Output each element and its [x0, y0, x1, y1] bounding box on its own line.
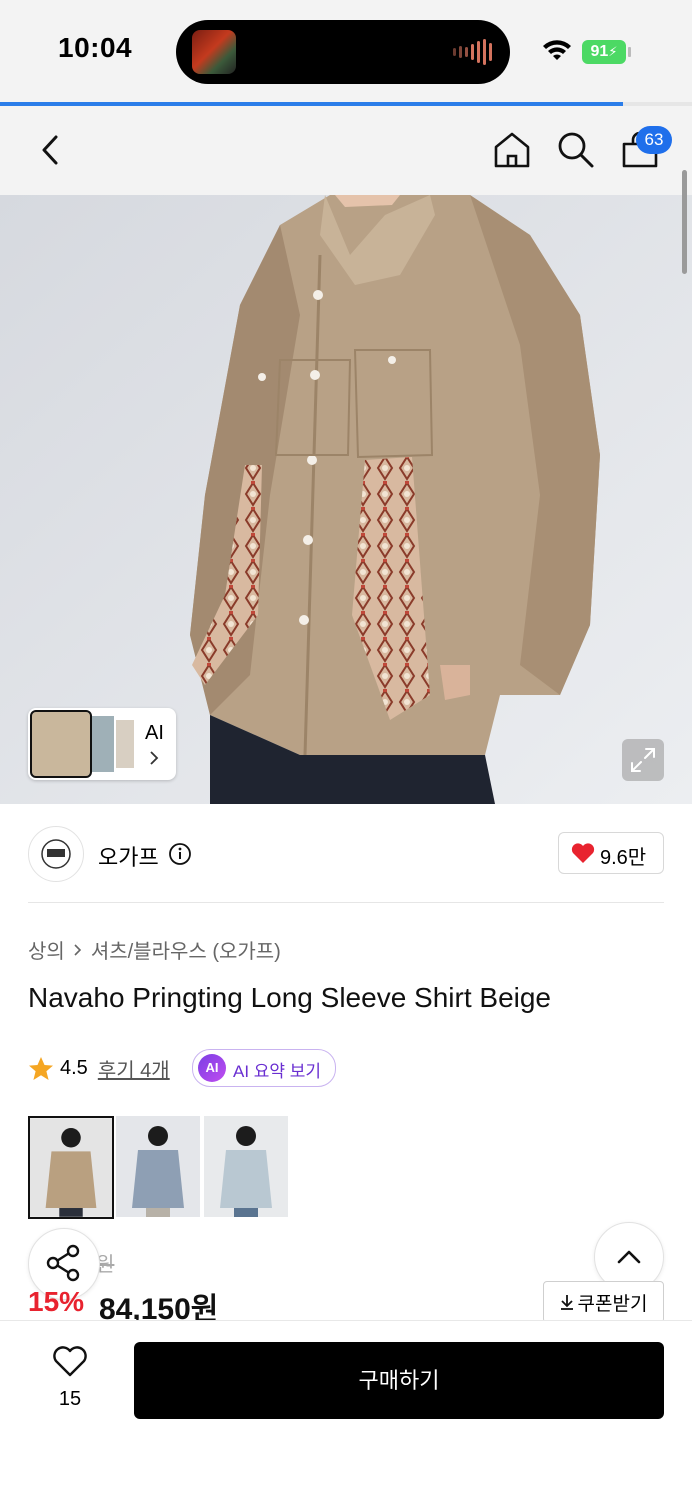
- wifi-icon: [543, 40, 571, 60]
- ai-chip-thumb-3: [116, 720, 134, 768]
- star-icon: [29, 1056, 53, 1080]
- breadcrumb-category[interactable]: 상의: [28, 935, 65, 964]
- breadcrumb-subcategory[interactable]: 셔츠/블라우스 (오가프): [91, 935, 281, 964]
- chevron-right-icon: [74, 943, 81, 956]
- coupon-label: 쿠폰받기: [577, 1293, 648, 1315]
- color-option-image: [30, 1118, 112, 1217]
- expand-icon: [631, 748, 655, 772]
- ai-badge: AI: [198, 1054, 226, 1082]
- ai-chip-thumb-2: [92, 716, 114, 772]
- coupon-download-button[interactable]: 쿠폰받기: [543, 1281, 664, 1323]
- ai-chip-thumb-1: [30, 710, 92, 778]
- rating-row: 4.5 후기 4개: [28, 1054, 170, 1083]
- rating-value: 4.5: [60, 1057, 88, 1079]
- discount-rate: 15%: [28, 1286, 85, 1317]
- brand-logo-mark: [41, 839, 71, 869]
- now-playing-artwork: [192, 30, 236, 74]
- review-count-link[interactable]: 후기 4개: [98, 1054, 170, 1083]
- cart-count-badge: 63: [636, 126, 672, 154]
- ai-summary-button[interactable]: AI AI 요약 보기: [192, 1049, 336, 1087]
- dynamic-island[interactable]: [176, 20, 510, 84]
- wishlist-count: 15: [58, 1388, 82, 1410]
- ai-summary-label: AI 요약 보기: [233, 1062, 322, 1081]
- color-option-image: [116, 1116, 200, 1217]
- audio-waveform-icon: [453, 38, 492, 66]
- heart-filled-icon: [571, 843, 595, 863]
- brand-logo[interactable]: [28, 826, 84, 882]
- brand-like-count: 9.6만: [600, 847, 647, 869]
- ai-style-recommendation-chip[interactable]: AI: [28, 708, 176, 780]
- chevron-right-icon: [150, 751, 159, 765]
- info-icon[interactable]: [168, 842, 192, 866]
- battery-level: 91: [590, 43, 609, 60]
- product-title: Navaho Pringting Long Sleeve Shirt Beige: [28, 982, 552, 1013]
- scrollbar-thumb[interactable]: [682, 170, 687, 274]
- battery-indicator: 91⚡: [582, 40, 626, 64]
- search-icon[interactable]: [556, 130, 596, 170]
- wishlist-heart-icon[interactable]: [52, 1346, 88, 1378]
- color-option-beige[interactable]: [28, 1116, 114, 1219]
- back-icon[interactable]: [38, 134, 62, 166]
- color-option-image: [204, 1116, 288, 1217]
- buy-button[interactable]: 구매하기: [134, 1342, 664, 1419]
- breadcrumb: 상의 셔츠/블라우스 (오가프): [28, 935, 281, 964]
- color-option-blue[interactable]: [116, 1116, 200, 1217]
- home-icon[interactable]: [492, 130, 532, 170]
- color-option-lightblue[interactable]: [204, 1116, 288, 1217]
- brand-name[interactable]: 오가프: [98, 840, 159, 872]
- ai-chip-label: AI: [145, 722, 164, 744]
- status-time: 10:04: [58, 32, 133, 63]
- expand-image-button[interactable]: [622, 739, 664, 781]
- battery-cap: [628, 47, 631, 57]
- section-divider: [28, 902, 664, 903]
- download-icon: [560, 1295, 573, 1310]
